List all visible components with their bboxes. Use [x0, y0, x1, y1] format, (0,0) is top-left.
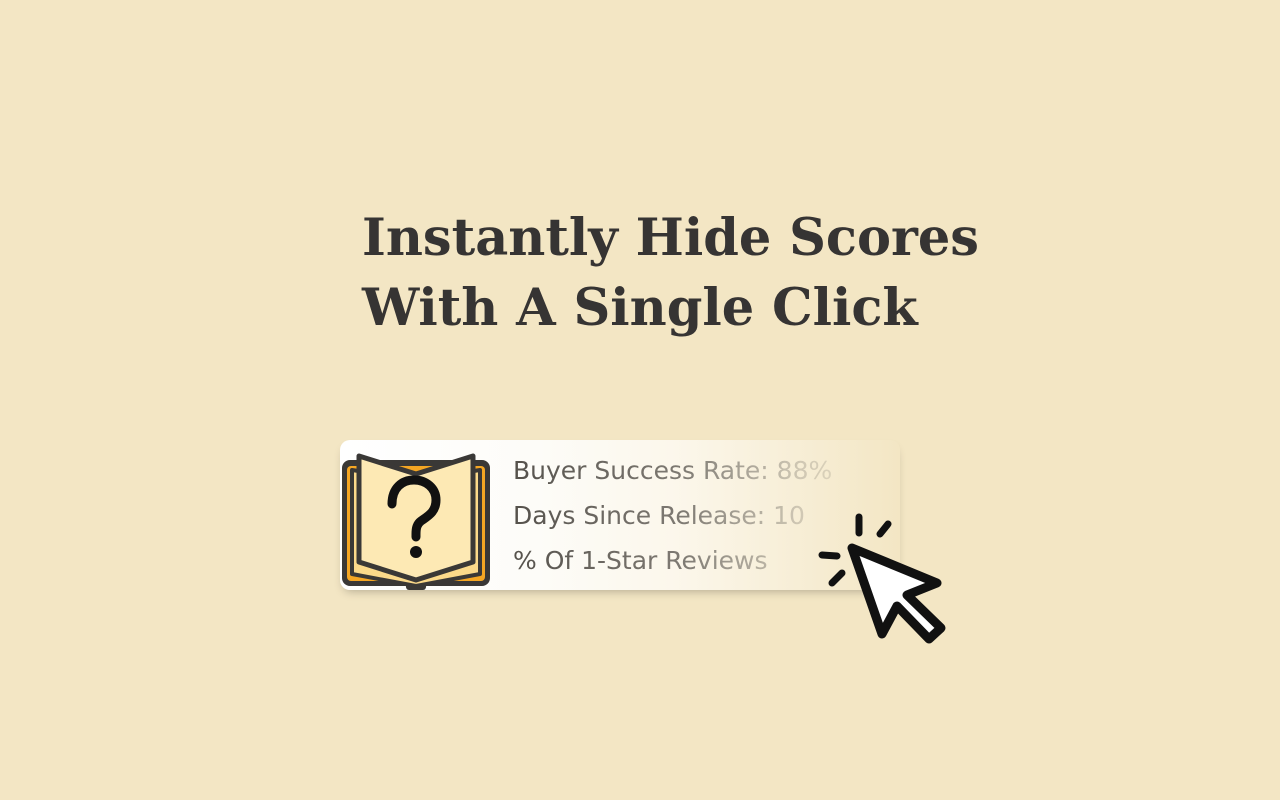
headline-line-1: Instantly Hide Scores — [362, 208, 980, 268]
book-question-icon — [342, 453, 490, 590]
headline: Instantly Hide Scores With A Single Clic… — [362, 203, 979, 343]
stat-buyer-success-rate: Buyer Success Rate: 88% — [513, 456, 833, 485]
click-cursor-icon[interactable] — [812, 510, 952, 650]
headline-line-2: With A Single Click — [362, 278, 918, 338]
